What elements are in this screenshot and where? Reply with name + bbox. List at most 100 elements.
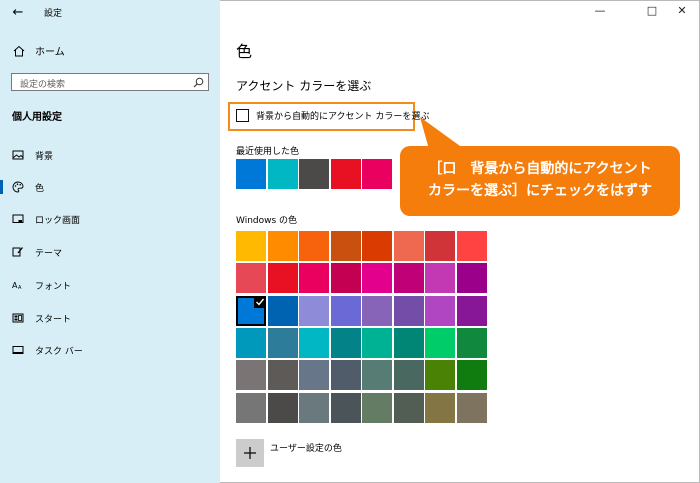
recent-color-swatch[interactable] <box>299 159 329 189</box>
windows-color-swatch[interactable] <box>267 231 298 261</box>
image-icon <box>12 150 24 160</box>
windows-color-swatch[interactable] <box>267 360 298 391</box>
windows-color-swatch[interactable] <box>362 327 392 358</box>
sidebar-item-label: テーマ <box>35 248 63 259</box>
sidebar-item-label: ロック画面 <box>35 215 81 226</box>
windows-color-swatch[interactable] <box>393 295 424 326</box>
windows-color-swatch[interactable] <box>456 327 487 358</box>
search-placeholder: 設定の検索 <box>20 80 66 90</box>
add-custom-color-button[interactable] <box>236 439 264 467</box>
sidebar-item-label: 背景 <box>35 151 54 162</box>
windows-color-swatch[interactable] <box>425 360 455 391</box>
sidebar-item-lock-screen[interactable]: ロック画面 <box>0 208 220 230</box>
auto-accent-label[interactable]: 背景から自動的にアクセント カラーを選ぶ <box>256 109 429 122</box>
recent-colors-title: 最近使用した色 <box>236 147 300 157</box>
window-title: 設定 <box>44 9 63 19</box>
windows-color-swatch[interactable] <box>393 392 424 423</box>
home-label: ホーム <box>35 47 65 58</box>
maximize-button[interactable]: □ <box>644 4 660 17</box>
windows-color-swatch[interactable] <box>362 295 392 326</box>
home-icon <box>13 45 25 56</box>
plus-icon <box>244 447 256 459</box>
windows-color-swatch[interactable] <box>267 392 298 423</box>
windows-color-swatch[interactable] <box>425 295 455 326</box>
windows-color-swatch[interactable] <box>393 327 424 358</box>
windows-color-swatch[interactable] <box>425 231 455 261</box>
windows-color-swatch[interactable] <box>393 360 424 391</box>
windows-color-swatch[interactable] <box>330 295 361 326</box>
windows-color-swatch[interactable] <box>330 231 361 261</box>
sidebar-item-taskbar[interactable]: タスク バー <box>0 339 220 361</box>
lock-screen-icon <box>12 214 24 223</box>
windows-color-swatch[interactable] <box>456 231 487 261</box>
page-title: 色 <box>236 42 253 61</box>
windows-color-swatch[interactable] <box>299 360 329 391</box>
windows-color-swatch[interactable] <box>299 295 329 326</box>
windows-color-swatch[interactable] <box>236 263 266 294</box>
recent-color-swatch[interactable] <box>236 159 266 189</box>
windows-color-swatch[interactable] <box>456 360 487 391</box>
taskbar-icon <box>12 346 24 354</box>
recent-color-swatch[interactable] <box>362 159 392 189</box>
sidebar-item-theme[interactable]: テーマ <box>0 241 220 263</box>
font-icon: AA <box>12 281 22 291</box>
search-input[interactable]: 設定の検索 <box>11 73 209 91</box>
start-icon <box>12 313 24 323</box>
callout-line-2: カラーを選ぶ］にチェックをはずす <box>428 183 652 199</box>
callout-text: ［口 背景から自動的にアクセント カラーを選ぶ］にチェックをはずす <box>400 158 680 202</box>
windows-color-swatch[interactable] <box>330 392 361 423</box>
windows-color-swatch[interactable] <box>236 327 266 358</box>
sidebar: ← 設定 ホーム 設定の検索 個人用設定 背景 色 ロック画面 テーマ AA フ… <box>0 0 220 483</box>
windows-color-swatch[interactable] <box>267 327 298 358</box>
windows-color-swatch[interactable] <box>236 231 266 261</box>
auto-accent-checkbox[interactable] <box>236 109 249 122</box>
close-button[interactable]: ✕ <box>674 4 690 17</box>
sidebar-item-label: タスク バー <box>35 346 83 357</box>
windows-color-swatch[interactable] <box>267 263 298 294</box>
search-icon[interactable] <box>193 77 204 88</box>
windows-color-swatch[interactable] <box>456 392 487 423</box>
windows-color-swatch[interactable] <box>330 360 361 391</box>
recent-color-swatch[interactable] <box>330 159 361 189</box>
windows-color-swatch[interactable] <box>267 295 298 326</box>
sidebar-item-background[interactable]: 背景 <box>0 144 220 166</box>
theme-brush-icon <box>12 247 24 257</box>
windows-color-swatch[interactable] <box>456 295 487 326</box>
windows-color-swatch[interactable] <box>236 360 266 391</box>
windows-color-swatch[interactable] <box>330 263 361 294</box>
back-button[interactable]: ← <box>11 5 25 20</box>
accent-color-heading: アクセント カラーを選ぶ <box>236 79 372 93</box>
windows-color-swatch[interactable] <box>425 263 455 294</box>
section-title: 個人用設定 <box>12 112 62 123</box>
sidebar-item-color[interactable]: 色 <box>0 176 220 198</box>
windows-color-swatch[interactable] <box>425 392 455 423</box>
windows-color-swatch[interactable] <box>236 295 266 326</box>
windows-color-swatch[interactable] <box>393 263 424 294</box>
windows-color-swatch[interactable] <box>299 327 329 358</box>
sidebar-item-label: スタート <box>35 314 72 325</box>
sidebar-item-start[interactable]: スタート <box>0 307 220 329</box>
windows-color-swatch[interactable] <box>362 360 392 391</box>
windows-color-swatch[interactable] <box>299 231 329 261</box>
active-indicator <box>0 180 3 194</box>
sidebar-item-font[interactable]: AA フォント <box>0 274 220 296</box>
selected-check-icon <box>254 295 266 308</box>
windows-color-swatch[interactable] <box>236 392 266 423</box>
windows-colors-title: Windows の色 <box>236 216 298 226</box>
svg-text:A: A <box>18 285 22 291</box>
windows-color-swatch[interactable] <box>456 263 487 294</box>
windows-color-swatch[interactable] <box>425 327 455 358</box>
windows-color-swatch[interactable] <box>362 231 392 261</box>
sidebar-item-label: フォント <box>35 281 72 292</box>
windows-color-swatch[interactable] <box>299 263 329 294</box>
windows-color-swatch[interactable] <box>330 327 361 358</box>
recent-color-swatch[interactable] <box>267 159 298 189</box>
home-link[interactable]: ホーム <box>13 43 65 58</box>
windows-color-swatch[interactable] <box>362 263 392 294</box>
minimize-button[interactable]: — <box>592 4 608 17</box>
custom-color-label[interactable]: ユーザー設定の色 <box>270 441 342 454</box>
windows-color-swatch[interactable] <box>362 392 392 423</box>
windows-color-swatch[interactable] <box>393 231 424 261</box>
callout-line-1: ［口 背景から自動的にアクセント <box>428 161 652 177</box>
windows-color-swatch[interactable] <box>299 392 329 423</box>
